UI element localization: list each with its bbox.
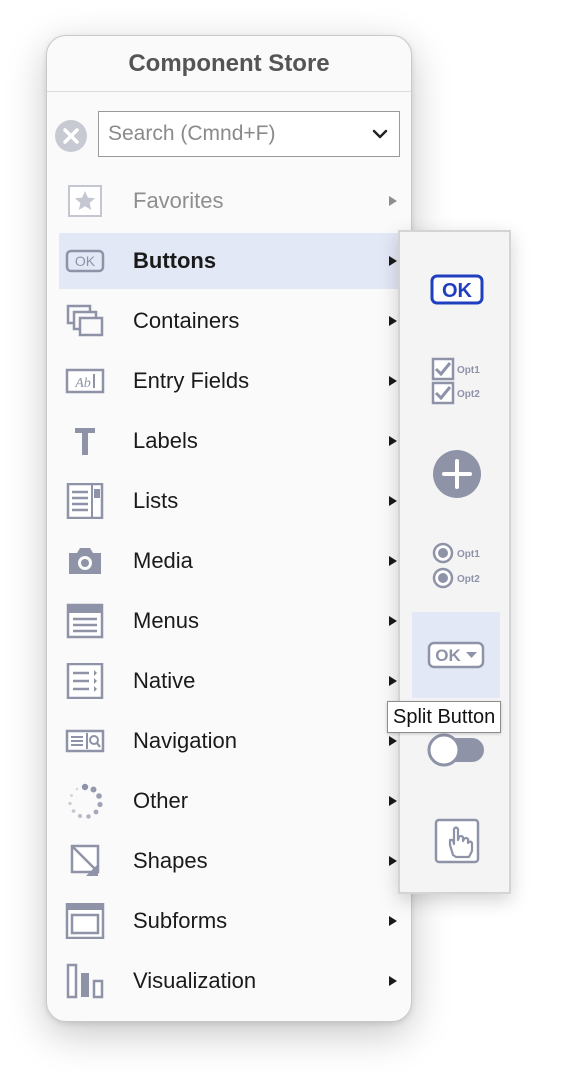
category-buttons[interactable]: OK Buttons xyxy=(59,233,399,289)
category-label: Navigation xyxy=(133,728,237,753)
category-menus[interactable]: Menus xyxy=(59,593,399,649)
category-label: Shapes xyxy=(133,848,208,873)
buttons-submenu: OK Opt1 Opt2 Opt1 Opt2 OK xyxy=(398,230,511,894)
search-field[interactable] xyxy=(98,111,400,157)
split-button-icon: OK xyxy=(427,641,485,669)
text-field-icon: Ab xyxy=(65,368,105,394)
tooltip: Split Button xyxy=(387,701,502,733)
category-label: Other xyxy=(133,788,189,813)
category-labels[interactable]: Labels xyxy=(59,413,399,469)
component-add-button[interactable] xyxy=(412,427,500,513)
spinner-icon xyxy=(68,783,103,819)
category-containers[interactable]: Containers xyxy=(59,293,399,349)
category-label: Labels xyxy=(133,428,198,453)
search-input[interactable] xyxy=(99,112,377,156)
submenu-arrow-icon xyxy=(389,736,397,746)
ok-button-icon: OK xyxy=(430,274,484,305)
checkbox-group-icon: Opt1 Opt2 xyxy=(431,357,480,405)
search-bar-icon xyxy=(65,729,105,753)
submenu-arrow-icon xyxy=(389,856,397,866)
submenu-arrow-icon xyxy=(389,376,397,386)
component-check-boxes[interactable]: Opt1 Opt2 xyxy=(412,337,500,423)
category-label: Visualization xyxy=(133,968,257,993)
category-label: Entry Fields xyxy=(133,368,250,393)
component-touch-button[interactable] xyxy=(412,797,500,883)
letter-t-icon xyxy=(75,428,95,455)
submenu-arrow-icon xyxy=(389,436,397,446)
submenu-arrow-icon xyxy=(389,796,397,806)
category-label: Favorites xyxy=(133,188,224,213)
submenu-arrow-icon xyxy=(389,196,397,206)
category-label: Buttons xyxy=(133,248,217,273)
component-push-button[interactable]: OK xyxy=(412,247,500,333)
svg-text:OK: OK xyxy=(75,253,96,269)
stacked-windows-icon xyxy=(66,304,104,337)
category-native[interactable]: Native xyxy=(59,653,399,709)
category-label: Lists xyxy=(133,488,179,513)
submenu-arrow-icon xyxy=(389,496,397,506)
category-subforms[interactable]: Subforms xyxy=(59,893,399,949)
category-label: Subforms xyxy=(133,908,228,933)
shapes-icon xyxy=(70,844,100,876)
category-media[interactable]: Media xyxy=(59,533,399,589)
svg-text:Opt2: Opt2 xyxy=(457,574,480,585)
svg-text:OK: OK xyxy=(442,280,473,302)
camera-icon xyxy=(69,548,101,574)
component-radio-buttons[interactable]: Opt1 Opt2 xyxy=(412,517,500,603)
svg-text:Opt2: Opt2 xyxy=(457,389,480,400)
subform-icon xyxy=(65,903,105,939)
submenu-arrow-icon xyxy=(389,316,397,326)
component-store-panel: Component Store Favorites OK Buttons xyxy=(46,35,412,1022)
bar-chart-icon xyxy=(66,963,104,999)
category-shapes[interactable]: Shapes xyxy=(59,833,399,889)
svg-text:Opt1: Opt1 xyxy=(457,365,480,376)
native-window-icon xyxy=(66,663,104,699)
category-lists[interactable]: Lists xyxy=(59,473,399,529)
component-split-button[interactable]: OK xyxy=(412,612,500,698)
ok-button-icon: OK xyxy=(65,249,105,273)
radio-group-icon: Opt1 Opt2 xyxy=(432,542,480,589)
chevron-down-icon[interactable] xyxy=(371,125,389,143)
category-navigation[interactable]: Navigation xyxy=(59,713,399,769)
list-icon xyxy=(66,483,104,519)
submenu-arrow-icon xyxy=(389,676,397,686)
submenu-arrow-icon xyxy=(389,916,397,926)
clear-search-button[interactable] xyxy=(55,120,87,152)
category-label: Containers xyxy=(133,308,240,333)
star-icon xyxy=(68,185,102,217)
category-other[interactable]: Other xyxy=(59,773,399,829)
category-label: Menus xyxy=(133,608,200,633)
panel-title: Component Store xyxy=(47,36,411,92)
svg-text:Opt1: Opt1 xyxy=(457,549,480,560)
svg-text:Ab: Ab xyxy=(74,376,91,391)
category-favorites[interactable]: Favorites xyxy=(59,173,399,229)
menu-icon xyxy=(66,603,104,639)
category-visualization[interactable]: Visualization xyxy=(59,953,399,1009)
category-label: Native xyxy=(133,668,196,693)
submenu-arrow-icon xyxy=(389,616,397,626)
category-entry-fields[interactable]: Ab Entry Fields xyxy=(59,353,399,409)
plus-circle-icon xyxy=(433,450,481,498)
svg-text:OK: OK xyxy=(435,646,461,665)
submenu-arrow-icon xyxy=(389,556,397,566)
submenu-arrow-icon xyxy=(389,976,397,986)
close-icon xyxy=(63,128,79,144)
hand-pointer-icon xyxy=(434,818,480,864)
category-label: Media xyxy=(133,548,193,573)
submenu-arrow-icon xyxy=(389,256,397,266)
